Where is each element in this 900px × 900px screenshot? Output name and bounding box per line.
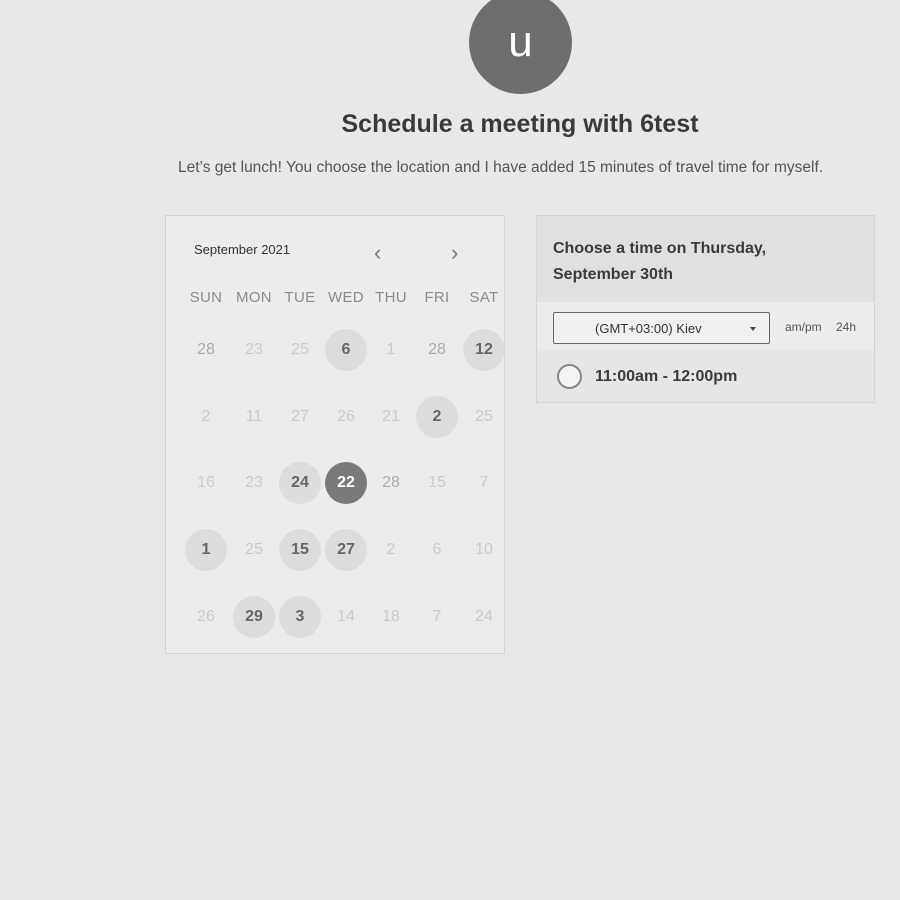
time-picker-heading: Choose a time on Thursday, September 30t…: [553, 240, 767, 283]
format-24h-toggle[interactable]: 24h: [836, 320, 856, 334]
chevron-left-icon: ‹: [374, 240, 382, 265]
weekday-label: THU: [375, 289, 407, 306]
calendar-day: 27: [291, 408, 309, 425]
timezone-value: (GMT+03:00) Kiev: [595, 321, 702, 336]
calendar-day: 7: [479, 474, 489, 491]
calendar-day: 18: [382, 608, 400, 625]
calendar-day-selected[interactable]: 22: [325, 462, 367, 504]
scheduling-page: u Schedule a meeting with 6test Let’s ge…: [0, 0, 900, 900]
calendar-day[interactable]: 24: [279, 462, 321, 504]
previous-month-button[interactable]: ‹: [374, 242, 381, 264]
calendar-day[interactable]: 29: [233, 596, 275, 638]
calendar-day: 25: [245, 541, 263, 558]
time-slot-label: 11:00am - 12:00pm: [595, 368, 738, 385]
calendar-day[interactable]: 2: [416, 396, 458, 438]
calendar-day: 16: [197, 474, 215, 491]
weekday-label: FRI: [424, 289, 450, 306]
calendar-day: 26: [337, 408, 355, 425]
weekday-label: MON: [236, 289, 272, 306]
calendar-day[interactable]: 12: [463, 329, 505, 371]
calendar-day: 25: [291, 341, 309, 358]
calendar: September 2021 ‹ › SUN MON TUE WED THU FRI SAT…: [165, 215, 505, 654]
caret-down-icon: [750, 327, 756, 331]
calendar-day: 26: [197, 608, 215, 625]
time-picker-header: Choose a time on Thursday, September 30t…: [537, 216, 874, 302]
calendar-day: 11: [245, 408, 263, 425]
calendar-day[interactable]: 1: [185, 529, 227, 571]
weekday-label: SUN: [189, 289, 223, 306]
calendar-day[interactable]: 27: [325, 529, 367, 571]
calendar-day: 24: [475, 608, 493, 625]
timezone-select[interactable]: (GMT+03:00) Kiev: [553, 312, 770, 344]
calendar-day: 28: [428, 341, 446, 358]
calendar-day: 25: [475, 408, 493, 425]
calendar-day: 7: [432, 608, 442, 625]
calendar-day: 2: [386, 541, 396, 558]
page-title: Schedule a meeting with 6test: [341, 110, 699, 138]
chevron-right-icon: ›: [451, 240, 459, 265]
calendar-day: 15: [428, 474, 446, 491]
time-picker-panel: Choose a time on Thursday, September 30t…: [536, 215, 875, 403]
weekday-header: SUN MON TUE WED THU FRI SAT: [176, 289, 506, 309]
page-description: Let’s get lunch! You choose the location…: [178, 159, 824, 176]
avatar-initial: u: [508, 16, 533, 66]
format-ampm-toggle[interactable]: am/pm: [785, 320, 822, 334]
calendar-day: 28: [382, 474, 400, 491]
avatar: u: [469, 0, 572, 94]
time-slot[interactable]: 11:00am - 12:00pm: [537, 351, 874, 402]
calendar-day: 21: [382, 408, 400, 425]
calendar-day: 6: [432, 541, 442, 558]
next-month-button[interactable]: ›: [451, 242, 458, 264]
calendar-month-label: September 2021: [194, 242, 291, 257]
calendar-day: 28: [197, 341, 215, 358]
calendar-day: 23: [245, 341, 263, 358]
calendar-day: 10: [475, 541, 493, 558]
calendar-day: 1: [386, 341, 396, 358]
calendar-day: 2: [201, 408, 211, 425]
weekday-label: WED: [328, 289, 364, 306]
radio-button[interactable]: [557, 364, 582, 389]
calendar-day[interactable]: 15: [279, 529, 321, 571]
weekday-label: TUE: [284, 289, 316, 306]
calendar-day[interactable]: 3: [279, 596, 321, 638]
calendar-day: 23: [245, 474, 263, 491]
weekday-label: SAT: [469, 289, 499, 306]
calendar-day: 14: [337, 608, 355, 625]
calendar-day[interactable]: 6: [325, 329, 367, 371]
